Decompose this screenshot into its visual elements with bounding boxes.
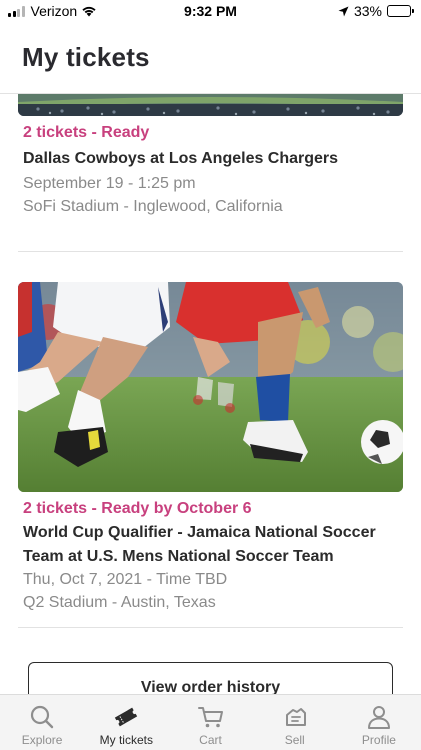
tab-cart[interactable]: Cart	[168, 695, 252, 750]
event-venue: Q2 Stadium - Austin, Texas	[23, 594, 216, 611]
event-date: Thu, Oct 7, 2021 - Time TBD	[23, 571, 228, 588]
tab-label: Cart	[199, 733, 222, 747]
location-arrow-icon	[338, 6, 349, 16]
divider	[18, 251, 403, 252]
ticket-card[interactable]: 2 tickets - Ready Dallas Cowboys at Los …	[0, 94, 421, 252]
event-title: World Cup Qualifier - Jamaica National S…	[23, 524, 376, 565]
app-header: My tickets	[0, 24, 421, 94]
tab-label: My tickets	[99, 733, 153, 747]
event-venue: SoFi Stadium - Inglewood, California	[23, 198, 283, 215]
event-date: September 19 - 1:25 pm	[23, 175, 196, 192]
tab-bar: Explore My tickets Cart Sell Profile	[0, 694, 421, 750]
ticket-status: 2 tickets - Ready by October 6	[23, 500, 252, 517]
profile-icon	[367, 706, 390, 729]
tab-sell[interactable]: Sell	[253, 695, 337, 750]
tab-explore[interactable]: Explore	[0, 695, 84, 750]
divider	[18, 627, 403, 628]
event-image-soccer[interactable]	[18, 282, 403, 492]
tab-label: Profile	[361, 733, 396, 747]
cart-icon	[197, 707, 223, 728]
search-icon	[30, 705, 54, 729]
sell-icon	[285, 708, 306, 726]
view-order-history-button[interactable]: View order history	[28, 662, 393, 694]
ticket-card[interactable]: 2 tickets - Ready by October 6 World Cup…	[0, 282, 421, 628]
ticket-status: 2 tickets - Ready	[23, 124, 150, 141]
page-title: My tickets	[22, 42, 150, 72]
tab-label: Explore	[21, 733, 63, 747]
tab-profile[interactable]: Profile	[337, 695, 421, 750]
battery-icon	[387, 5, 414, 17]
battery-percent: 33%	[353, 3, 382, 19]
tickets-list[interactable]: 2 tickets - Ready Dallas Cowboys at Los …	[0, 94, 421, 694]
tab-my-tickets[interactable]: My tickets	[84, 695, 168, 750]
tab-label: Sell	[284, 733, 305, 747]
status-bar: Verizon 9:32 PM 33%	[0, 0, 421, 24]
event-title: Dallas Cowboys at Los Angeles Chargers	[23, 150, 339, 167]
event-image-stadium[interactable]	[18, 94, 403, 116]
ticket-icon	[115, 707, 138, 727]
